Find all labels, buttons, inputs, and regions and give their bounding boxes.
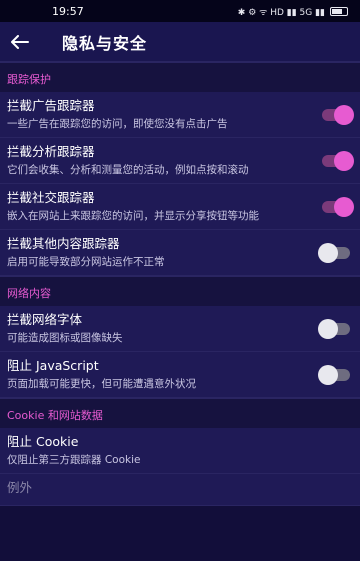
setting-description: 一些广告在跟踪您的访问，即使您没有点击广告 [7,118,228,130]
setting-toggle[interactable] [318,318,350,339]
setting-title: 例外 [7,480,33,495]
setting-toggle[interactable] [322,196,354,217]
setting-description: 仅阻止第三方跟踪器 Cookie [7,454,141,466]
setting-toggle[interactable] [322,150,354,171]
setting-row[interactable]: 拦截社交跟踪器嵌入在网站上来跟踪您的访问，并显示分享按钮等功能 [0,184,360,230]
status-indicator-icons: ✱ ⚙ ᯤ HD ▮▮ 5G ▮▮ [237,7,325,18]
setting-description: 它们会收集、分析和测量您的活动，例如点按和滚动 [7,164,249,176]
toggle-knob [318,318,338,339]
setting-description: 启用可能导致部分网站运作不正常 [7,256,165,268]
setting-title: 拦截社交跟踪器 [7,190,95,205]
setting-title: 阻止 JavaScript [7,358,99,373]
page-title: 隐私与安全 [62,33,148,53]
setting-toggle[interactable] [322,104,354,125]
toggle-knob [334,150,354,171]
setting-title: 拦截分析跟踪器 [7,144,95,159]
setting-row[interactable]: 例外 [0,474,360,506]
setting-description: 页面加载可能更快，但可能遭遇意外状况 [7,378,196,390]
section-header-tracking-protection: 跟踪保护 [0,62,360,92]
arrow-left-icon [11,34,29,49]
battery-icon [330,6,348,16]
setting-row[interactable]: 拦截其他内容跟踪器启用可能导致部分网站运作不正常 [0,230,360,276]
setting-description: 嵌入在网站上来跟踪您的访问，并显示分享按钮等功能 [7,210,259,222]
setting-toggle[interactable] [318,364,350,385]
app-bar: 隐私与安全 [0,22,360,62]
screen: 19:57 ✱ ⚙ ᯤ HD ▮▮ 5G ▮▮ 隐私与安全 跟踪保护 拦截广告跟踪… [0,0,360,561]
toggle-knob [334,104,354,125]
setting-title: 拦截网络字体 [7,312,83,327]
setting-row[interactable]: 拦截网络字体可能造成图标或图像缺失 [0,306,360,352]
setting-title: 拦截其他内容跟踪器 [7,236,120,251]
status-bar: 19:57 ✱ ⚙ ᯤ HD ▮▮ 5G ▮▮ [0,0,360,22]
setting-row[interactable]: 阻止 JavaScript 页面加载可能更快，但可能遭遇意外状况 [0,352,360,398]
setting-description: 可能造成图标或图像缺失 [7,332,123,344]
toggle-knob [318,364,338,385]
settings-list: 跟踪保护拦截广告跟踪器一些广告在跟踪您的访问，即使您没有点击广告 拦截分析跟踪器它… [0,62,360,506]
section-header-cookies: Cookie 和网站数据 [0,398,360,428]
status-time: 19:57 [52,4,84,18]
setting-title: 阻止 Cookie [7,434,79,449]
setting-title: 拦截广告跟踪器 [7,98,95,113]
setting-row[interactable]: 拦截广告跟踪器一些广告在跟踪您的访问，即使您没有点击广告 [0,92,360,138]
toggle-knob [318,242,338,263]
setting-row[interactable]: 阻止 Cookie 仅阻止第三方跟踪器 Cookie [0,428,360,474]
section-header-web-content: 网络内容 [0,276,360,306]
back-button[interactable] [0,22,40,62]
status-icons: ✱ ⚙ ᯤ HD ▮▮ 5G ▮▮ [238,5,348,18]
toggle-knob [334,196,354,217]
setting-row[interactable]: 拦截分析跟踪器它们会收集、分析和测量您的活动，例如点按和滚动 [0,138,360,184]
setting-toggle[interactable] [318,242,350,263]
